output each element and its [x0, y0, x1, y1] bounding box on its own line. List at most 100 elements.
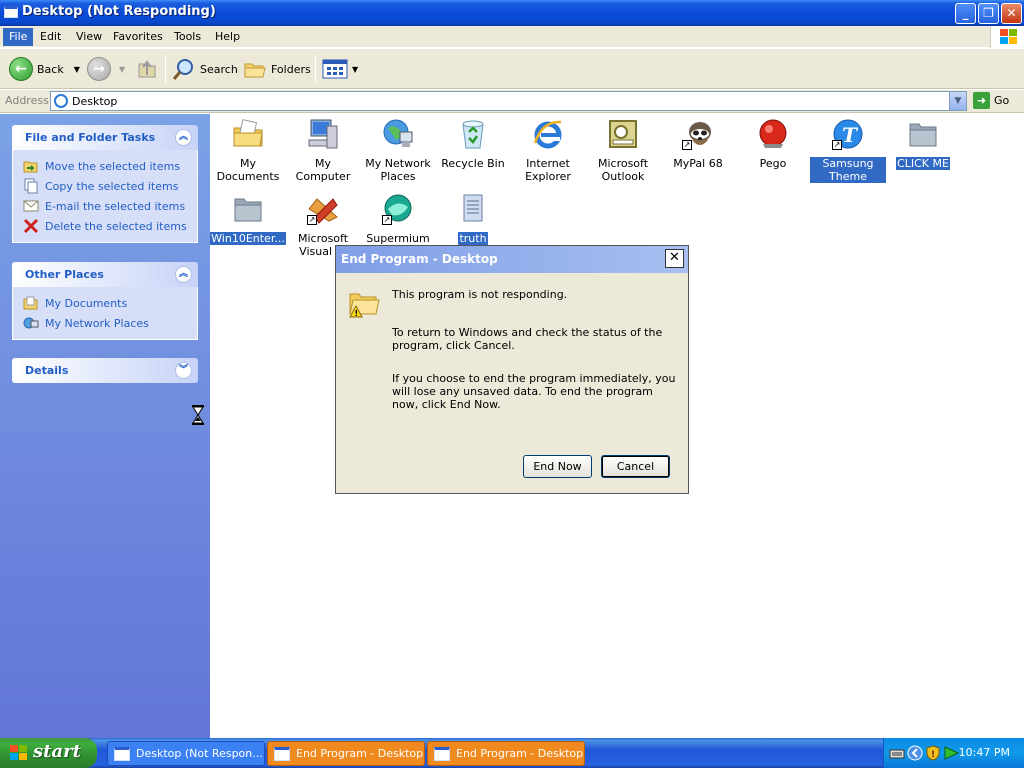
icon-pego[interactable]: Pego — [735, 118, 811, 170]
menu-edit[interactable]: Edit — [34, 28, 67, 46]
clock[interactable]: 10:47 PM — [959, 746, 1010, 759]
icon-internet-explorer[interactable]: Internet Explorer — [510, 118, 586, 183]
go-arrow-icon: ➜ — [973, 92, 990, 109]
window-icon — [4, 6, 18, 18]
views-icon — [322, 59, 348, 79]
toolbar-separator — [165, 55, 166, 83]
taskbar-item-end-program-2[interactable]: End Program - Desktop — [427, 741, 585, 766]
address-value: Desktop — [72, 95, 118, 108]
menu-view[interactable]: View — [70, 28, 108, 46]
task-delete-selected[interactable]: Delete the selected items — [23, 216, 197, 236]
icon-label: MyPal 68 — [673, 157, 723, 170]
other-places-header[interactable]: Other Places ︽ — [12, 262, 198, 287]
end-program-dialog: End Program - Desktop ✕ ! This program i… — [335, 245, 689, 494]
menu-favorites[interactable]: Favorites — [107, 28, 169, 46]
menu-bar: File Edit View Favorites Tools Help — [0, 26, 1024, 48]
other-places-panel: Other Places ︽ My Documents My Network P… — [12, 262, 198, 340]
icon-label: Win10Enter... — [210, 232, 286, 245]
security-shield-icon[interactable]: ! — [925, 745, 941, 761]
icon-label: Supermium — [366, 232, 430, 245]
network-globe-icon — [383, 119, 413, 147]
cancel-button[interactable]: Cancel — [601, 455, 670, 478]
task-move-selected[interactable]: Move the selected items — [23, 156, 197, 176]
task-email-selected[interactable]: E-mail the selected items — [23, 196, 197, 216]
folder-icon — [234, 198, 262, 222]
folder-warning-icon: ! — [349, 293, 380, 318]
outlook-icon — [609, 120, 637, 148]
show-hidden-icons-icon[interactable] — [907, 745, 923, 761]
place-my-documents[interactable]: My Documents — [23, 293, 197, 313]
window-title: Desktop (Not Responding) — [22, 4, 216, 19]
maximize-button[interactable]: ❐ — [978, 3, 999, 24]
media-play-icon[interactable] — [943, 745, 959, 761]
system-tray: ! 10:47 PM — [883, 738, 1024, 768]
up-folder-button[interactable] — [136, 54, 158, 84]
details-header[interactable]: Details ︾ — [12, 358, 198, 383]
close-button[interactable]: ✕ — [1001, 3, 1022, 24]
internet-explorer-icon — [533, 120, 562, 149]
icon-label: My Computer — [295, 157, 351, 183]
minimize-button[interactable]: _ — [955, 3, 976, 24]
forward-button[interactable]: → ▼ — [87, 54, 125, 84]
task-copy-selected[interactable]: Copy the selected items — [23, 176, 197, 196]
folders-button[interactable]: Folders — [243, 54, 311, 84]
file-folder-tasks-panel: File and Folder Tasks ︽ Move the selecte… — [12, 125, 198, 243]
views-button[interactable]: ▼ — [322, 54, 358, 84]
search-button[interactable]: Search — [172, 54, 238, 84]
menu-tools[interactable]: Tools — [168, 28, 207, 46]
file-folder-tasks-header[interactable]: File and Folder Tasks ︽ — [12, 125, 198, 150]
toolbar: ← Back ▼ → ▼ Search Folders ▼ — [0, 49, 1024, 89]
icon-my-network-places[interactable]: My Network Places — [360, 118, 436, 183]
icon-truth[interactable]: truth — [435, 193, 511, 245]
other-places-title: Other Places — [25, 268, 104, 281]
icon-label: truth — [458, 232, 488, 245]
forward-arrow-icon: → — [87, 57, 111, 81]
icon-win10enter[interactable]: Win10Enter... — [210, 193, 286, 245]
icon-samsung-theme[interactable]: T ↗ Samsung Theme — [810, 118, 886, 183]
icon-my-computer[interactable]: My Computer — [285, 118, 361, 183]
dialog-message-return: To return to Windows and check the statu… — [392, 326, 663, 352]
icon-supermium[interactable]: ↗ Supermium — [360, 193, 436, 245]
collapse-icon[interactable]: ︽ — [175, 129, 192, 146]
icon-label: My Network Places — [365, 157, 431, 183]
icon-label: Pego — [759, 157, 787, 170]
address-dropdown-icon[interactable]: ▼ — [949, 92, 966, 110]
menu-help[interactable]: Help — [209, 28, 246, 46]
dialog-message-end-now: If you choose to end the program immedia… — [392, 372, 676, 411]
search-icon — [172, 59, 193, 80]
dialog-close-button[interactable]: ✕ — [665, 249, 684, 268]
end-now-button[interactable]: End Now — [523, 455, 592, 478]
taskbar-item-desktop[interactable]: Desktop (Not Respon... — [107, 741, 265, 766]
icon-click-me[interactable]: CLICK ME — [885, 118, 961, 170]
pego-icon — [759, 119, 787, 148]
task-label: Move the selected items — [45, 159, 181, 173]
shortcut-arrow-icon: ↗ — [307, 215, 317, 225]
go-button[interactable]: ➜ Go — [973, 92, 1009, 109]
taskbar-item-end-program-1[interactable]: End Program - Desktop — [267, 741, 425, 766]
icon-label: CLICK ME — [896, 157, 950, 170]
window-title-bar[interactable]: Desktop (Not Responding) _ ❐ ✕ — [0, 0, 1024, 26]
window-icon — [114, 746, 130, 761]
icon-label: Microsoft Outlook — [597, 157, 649, 183]
address-input[interactable]: Desktop ▼ — [50, 91, 967, 111]
back-button[interactable]: ← Back ▼ — [9, 54, 80, 84]
back-dropdown-icon[interactable]: ▼ — [74, 65, 80, 74]
dialog-title-bar[interactable]: End Program - Desktop ✕ — [336, 246, 688, 273]
shortcut-arrow-icon: ↗ — [382, 215, 392, 225]
move-icon — [23, 161, 38, 173]
icon-my-documents[interactable]: My Documents — [210, 118, 286, 183]
place-my-network-places[interactable]: My Network Places — [23, 313, 197, 333]
svg-text:!: ! — [931, 750, 935, 760]
keyboard-icon[interactable] — [889, 745, 905, 761]
collapse-icon[interactable]: ︽ — [175, 266, 192, 283]
expand-icon[interactable]: ︾ — [175, 362, 192, 379]
icon-microsoft-outlook[interactable]: Microsoft Outlook — [585, 118, 661, 183]
my-computer-icon — [308, 119, 338, 149]
start-button[interactable]: start — [0, 738, 97, 768]
place-label: My Documents — [45, 296, 128, 310]
menu-file[interactable]: File — [3, 28, 34, 46]
forward-dropdown-icon: ▼ — [119, 64, 126, 74]
taskbar: start Desktop (Not Respon... End Program… — [0, 738, 1024, 768]
icon-recycle-bin[interactable]: Recycle Bin — [435, 118, 511, 170]
icon-mypal-68[interactable]: ↗ MyPal 68 — [660, 118, 736, 170]
